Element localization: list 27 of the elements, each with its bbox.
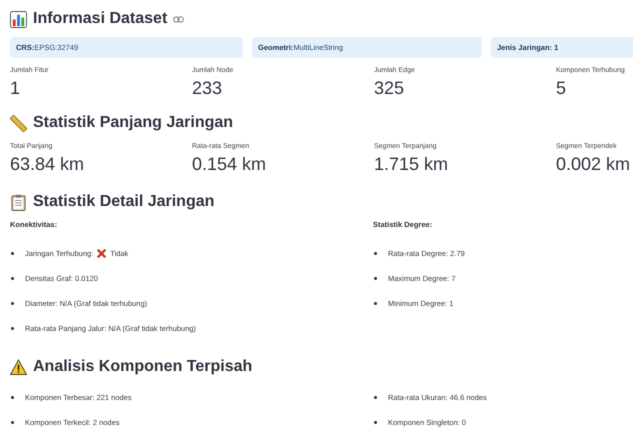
bullet	[11, 327, 14, 330]
bullet	[374, 252, 377, 255]
bullet	[374, 277, 377, 280]
metric-value: 1.715 km	[374, 154, 448, 175]
warning-icon	[10, 358, 27, 376]
section-title: Statistik Detail Jaringan	[33, 193, 214, 211]
metric-value: 0.154 km	[192, 154, 266, 175]
section-title: Statistik Panjang Jaringan	[33, 114, 234, 132]
metric-value: 325	[374, 78, 404, 99]
bullet	[374, 396, 377, 399]
metric-value: 5	[556, 78, 566, 99]
metric-value: 233	[192, 78, 222, 99]
metric-value: 1	[10, 78, 20, 99]
bullet	[374, 302, 377, 305]
bullet	[11, 396, 14, 399]
bullet	[11, 421, 14, 424]
bullet	[374, 421, 377, 424]
bullet	[11, 252, 14, 255]
section-title: Informasi Dataset	[33, 10, 168, 28]
bullet	[11, 302, 14, 305]
clipboard-icon	[10, 194, 27, 210]
bar-chart-icon	[10, 10, 27, 28]
metric-value: 63.84 km	[10, 154, 84, 175]
link-icon[interactable]	[173, 16, 184, 22]
section-title: Analisis Komponen Terpisah	[33, 358, 252, 376]
bullet	[11, 277, 14, 280]
metric-value: 0.002 km	[556, 154, 630, 175]
